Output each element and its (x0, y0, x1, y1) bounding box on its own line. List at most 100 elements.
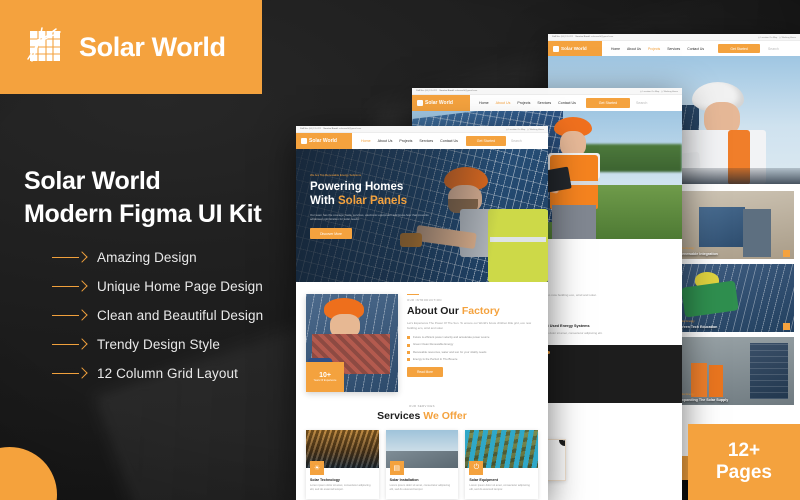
back-nav-link-contact[interactable]: Contact Us (687, 47, 704, 51)
front-hero-image: We Are Top Renewable Energy Solutions Po… (296, 149, 548, 282)
back-search-input[interactable]: Search (768, 47, 779, 51)
about-image: 10+ Years Of Experience (306, 294, 398, 392)
project-plus-icon[interactable] (783, 250, 790, 257)
arrow-right-icon (52, 281, 86, 291)
project-plus-icon[interactable] (783, 323, 790, 330)
middle-nav-link-contact[interactable]: Contact Us (558, 101, 576, 105)
promo-feature-label: Trendy Design Style (97, 336, 220, 352)
front-services-section: OUR SERVICES Services We Offer ☀ Solar T… (296, 398, 548, 500)
front-nav-link-contact[interactable]: Contact Us (440, 139, 458, 143)
promo-feature-label: Unique Home Page Design (97, 278, 263, 294)
battery-icon: ⏻ (469, 461, 484, 475)
service-card[interactable]: ⏻ Solar Equipment Lorem ipsum dolor sit … (465, 430, 539, 500)
front-nav-link-services[interactable]: Services (419, 139, 433, 143)
experience-number: 10+ (319, 372, 331, 379)
panel-install-icon: ▤ (389, 461, 404, 475)
promo-headline-line1: Solar World (24, 167, 161, 195)
back-logo[interactable]: Solar World (548, 41, 602, 56)
front-nav-links[interactable]: Home About Us Projects Services Contact … (352, 139, 458, 143)
solar-panel-sun-icon (26, 27, 66, 67)
back-nav-links[interactable]: Home About Us Projects Services Contact … (602, 47, 704, 51)
project-card[interactable]: Solar Energy Expanding The Solar Supply (676, 337, 794, 405)
arrow-right-icon (52, 339, 86, 349)
service-card[interactable]: ▤ Solar Installation Lorem ipsum dolor s… (385, 430, 459, 500)
front-nav-link-about[interactable]: About Us (378, 139, 393, 143)
back-nav-link-about[interactable]: About Us (627, 47, 641, 51)
hero-eyebrow: We Are Top Renewable Energy Solutions (310, 173, 362, 177)
back-navbar[interactable]: Solar World Home About Us Projects Servi… (548, 41, 800, 56)
project-worker (708, 365, 723, 397)
worker-trousers (552, 205, 596, 239)
brand-banner: Solar World (0, 0, 262, 94)
middle-nav-link-home[interactable]: Home (479, 101, 489, 105)
project-worker (690, 363, 707, 397)
front-hero-copy: We Are Top Renewable Energy Solutions Po… (310, 173, 430, 240)
promo-headline: Solar World Modern Figma UI Kit (24, 165, 314, 232)
project-title: Green Tech Education (679, 325, 718, 329)
back-nav-link-services[interactable]: Services (667, 47, 680, 51)
middle-logo[interactable]: Solar World (412, 95, 470, 111)
service-title: Solar Technology (310, 478, 340, 482)
brand-name: Solar World (79, 31, 226, 62)
about-read-more-button[interactable]: Read More (407, 367, 443, 378)
service-thumb: ⏻ (465, 430, 539, 475)
section-rule (407, 294, 419, 296)
middle-navbar[interactable]: Solar World Home About Us Projects Servi… (412, 95, 682, 111)
service-thumb: ☀ (306, 430, 379, 475)
about-title: About Our Factory (407, 305, 500, 318)
front-search-input[interactable]: Search (511, 139, 522, 143)
services-eyebrow: OUR SERVICES (409, 404, 435, 408)
front-nav-link-home[interactable]: Home (361, 139, 371, 143)
middle-nav-link-services[interactable]: Services (537, 101, 551, 105)
arrow-right-icon (52, 310, 86, 320)
middle-topbar: Call Us: (00) 111-222 Service Email: sol… (412, 88, 682, 95)
promo-feature-item: 12 Column Grid Layout (24, 366, 314, 381)
front-nav-link-projects[interactable]: Projects (399, 139, 412, 143)
hero-body: Our team has the courage, tools, service… (310, 213, 429, 222)
front-get-started-button[interactable]: Get Started (465, 136, 506, 146)
service-thumb: ▤ (385, 430, 459, 475)
service-card[interactable]: ☀ Solar Technology Lorem ipsum dolor sit… (306, 430, 379, 500)
panel-being-carried (698, 207, 745, 247)
panel-being-lifted (750, 343, 788, 399)
services-cards: ☀ Solar Technology Lorem ipsum dolor sit… (306, 430, 539, 500)
services-title: Services We Offer (377, 410, 467, 422)
front-topbar: Call Us: (00) 111-222 Service Email: sol… (296, 126, 548, 133)
front-navbar[interactable]: Solar World Home About Us Projects Servi… (296, 133, 548, 149)
service-body: Lorem ipsum dolor sit amet, consectetur … (310, 484, 371, 492)
service-body: Lorem ipsum dolor sit amet, consectetur … (389, 484, 451, 492)
middle-get-started-button[interactable]: Get Started (585, 98, 630, 108)
mockup-home-page[interactable]: Call Us: (00) 111-222 Service Email: sol… (296, 126, 548, 500)
promo-feature-item: Amazing Design (24, 250, 314, 265)
back-nav-link-projects[interactable]: Projects (648, 47, 660, 51)
front-about-section: 10+ Years Of Experience OUR INTRODUCTION… (296, 282, 548, 398)
promo-feature-item: Clean and Beautiful Design (24, 308, 314, 323)
service-body: Lorem ipsum dolor sit amet, consectetur … (469, 484, 530, 492)
solar-cell-icon: ☀ (310, 461, 324, 475)
about-eyebrow: OUR INTRODUCTION (407, 298, 442, 303)
service-title: Solar Installation (389, 478, 419, 482)
hero-discover-more-button[interactable]: Discover More (310, 228, 352, 240)
pages-count-badge: 12+ Pages (688, 424, 800, 500)
experience-label: Years Of Experience (313, 379, 337, 382)
about-bullet: Renewable resources, water and sun for y… (407, 350, 538, 354)
promo-feature-list: Amazing Design Unique Home Page Design C… (24, 250, 314, 381)
middle-nav-links[interactable]: Home About Us Projects Services Contact … (470, 101, 576, 105)
arrow-right-icon (52, 252, 86, 262)
front-logo[interactable]: Solar World (296, 133, 352, 149)
pages-count-number: 12+ (727, 439, 761, 461)
bullet-marker-icon (407, 350, 410, 354)
project-card[interactable]: Solar Energy Renewable Integration (676, 191, 794, 259)
back-get-started-button[interactable]: Get Started (718, 44, 761, 53)
middle-nav-link-projects[interactable]: Projects (517, 101, 530, 105)
back-nav-link-home[interactable]: Home (611, 47, 620, 51)
solar-panel-sun-icon (417, 100, 423, 106)
poster-canvas: Call Us: (00) 111-222 Service Email: sol… (0, 0, 800, 500)
back-topbar: Call Us: (00) 111-222 Service Email: sol… (548, 34, 800, 41)
promo-feature-label: Amazing Design (97, 249, 197, 265)
middle-nav-link-about[interactable]: About Us (496, 101, 511, 105)
middle-search-input[interactable]: Search (636, 101, 647, 105)
project-card[interactable]: Solar Energy Green Tech Education (676, 264, 794, 332)
promo-headline-line2: Modern Figma UI Kit (24, 200, 262, 229)
hero-title: Powering Homes With Solar Panels (310, 181, 408, 208)
